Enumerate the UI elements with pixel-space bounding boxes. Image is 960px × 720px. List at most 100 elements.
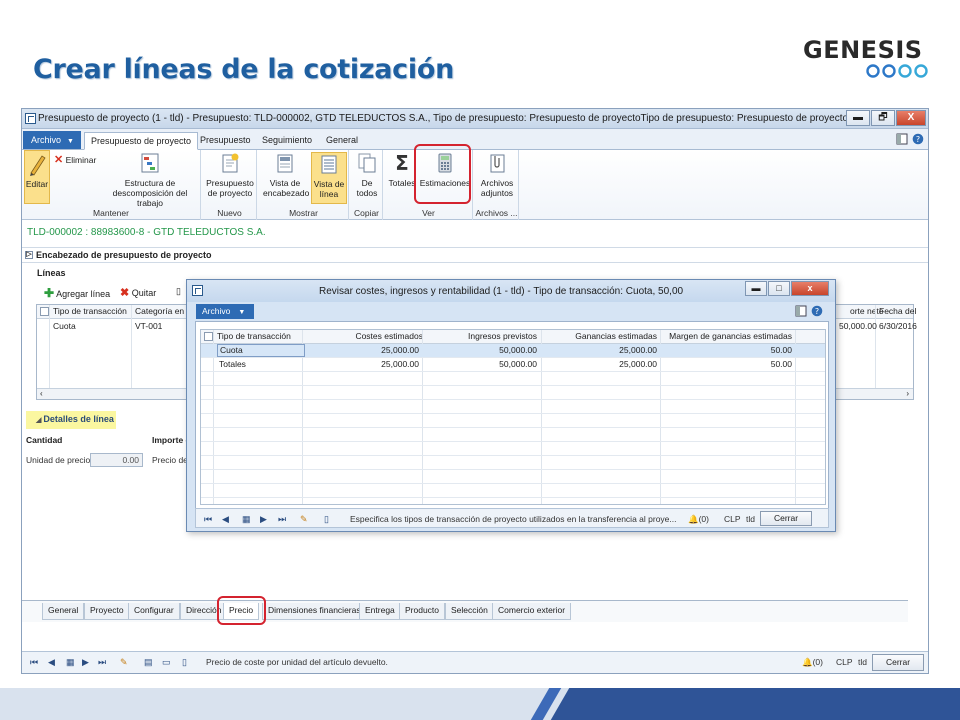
cell-margin[interactable]: 50.00 [661,345,792,355]
tab-seleccion[interactable]: Selección [445,603,494,620]
dialog-next-record-icon[interactable]: ▶ [260,514,267,525]
layout-icon[interactable] [896,133,908,145]
dialog-titlebar[interactable]: Revisar costes, ingresos y rentabilidad … [187,280,835,302]
file-tab[interactable]: Archivo ▼ [23,131,81,149]
row-net[interactable]: 50,000.00 [839,321,877,331]
dcol-transaction-type[interactable]: Tipo de transacción [217,331,291,341]
header-view-button[interactable]: Vista de encabezado [263,152,309,198]
add-line-button[interactable]: ✚ Agregar línea [44,286,110,300]
tab-comercio-exterior[interactable]: Comercio exterior [492,603,572,620]
dialog-help-icon[interactable]: ? [811,305,823,317]
dialog-alerts-indicator[interactable]: 🔔(0) [688,514,709,525]
minimize-button[interactable]: ▬ [846,110,870,126]
tab-configurar[interactable]: Configurar [128,603,180,620]
dcol-estimated-profit[interactable]: Ganancias estimadas [546,331,657,341]
scroll-left-icon[interactable]: ‹ [40,389,43,398]
add-line-label: Agregar línea [56,289,111,299]
tab-producto[interactable]: Producto [399,603,446,620]
tab-dimensiones-financieras[interactable]: Dimensiones financieras [262,603,367,620]
dialog-company-indicator[interactable]: tld [746,514,755,524]
dialog-previous-record-icon[interactable]: ◀ [222,514,229,525]
dialog-first-record-icon[interactable]: ⏮ [204,514,212,525]
close-button[interactable]: Cerrar [872,654,924,671]
help-icon[interactable]: ? [912,133,924,145]
row-type[interactable]: Cuota [53,321,76,331]
col-category[interactable]: Categoría en p [135,306,191,316]
dialog-layout-icon[interactable] [795,305,807,317]
attach-status-icon[interactable]: ▯ [182,657,187,668]
form-view-icon[interactable]: ▤ [144,657,153,668]
totals-button[interactable]: Σ Totales [387,151,417,188]
cell-profit[interactable]: 25,000.00 [546,359,657,369]
structure-button[interactable]: Estructura de descomposición del trabajo [104,152,196,208]
currency-indicator[interactable]: CLP [836,657,853,667]
cell-cost[interactable]: 25,000.00 [341,345,419,355]
cell-type[interactable]: Cuota [217,344,305,357]
cell-margin[interactable]: 50.00 [661,359,792,369]
tab-general[interactable]: General [320,132,364,150]
dcol-estimated-margin[interactable]: Margen de ganancias estimadas [661,331,792,341]
copy-from-all-button[interactable]: De todos [353,152,381,198]
estimates-button[interactable]: Estimaciones [419,152,471,188]
dialog-close-button[interactable]: Cerrar [760,511,812,526]
dialog-close-window-button[interactable]: x [791,281,829,296]
cell-type[interactable]: Totales [219,359,246,369]
empty-row [201,386,825,400]
alerts-indicator[interactable]: 🔔(0) [802,657,823,668]
line-view-button[interactable]: Vista de línea [311,152,347,204]
cell-profit[interactable]: 25,000.00 [546,345,657,355]
dcol-estimated-costs[interactable]: Costes estimados [341,331,423,341]
tab-general-detail[interactable]: General [42,603,85,620]
document-view-icon[interactable]: ▭ [162,657,171,668]
line-details-header[interactable]: ◢ Detalles de línea [26,411,116,429]
edit-button[interactable]: Editar [24,150,50,204]
dcol-expected-revenue[interactable]: Ingresos previstos [427,331,537,341]
scroll-right-icon[interactable]: › [906,389,909,398]
dialog-maximize-button[interactable]: □ [768,281,790,296]
tab-presupuesto-de-proyecto[interactable]: Presupuesto de proyecto [84,132,199,150]
dialog-last-record-icon[interactable]: ⏭ [278,514,286,525]
expand-icon[interactable]: ▷ [25,251,33,259]
remove-line-label: Quitar [131,288,157,298]
dialog-grid-view-icon[interactable]: ▦ [242,514,251,525]
tab-proyecto[interactable]: Proyecto [84,603,130,620]
next-record-icon[interactable]: ▶ [82,657,89,668]
previous-record-icon[interactable]: ◀ [48,657,55,668]
tab-direccion[interactable]: Dirección [180,603,228,620]
attachments-button[interactable]: Archivos adjuntos [477,152,517,198]
dialog-file-tab[interactable]: Archivo ▼ [196,304,254,319]
first-record-icon[interactable]: ⏮ [30,657,38,668]
dialog-edit-mode-icon[interactable]: ✎ [300,514,308,525]
tab-entrega[interactable]: Entrega [359,603,401,620]
edit-mode-icon[interactable]: ✎ [120,657,128,668]
close-window-button[interactable]: X [896,110,926,126]
tab-presupuesto[interactable]: Presupuesto [194,132,257,150]
table-row[interactable]: Cuota 25,000.00 50,000.00 25,000.00 50.0… [201,344,825,358]
remove-line-button[interactable]: ✖ Quitar [120,286,156,299]
cell-revenue[interactable]: 50,000.00 [427,359,537,369]
company-indicator[interactable]: tld [858,657,867,667]
row-date[interactable]: 6/30/2016 [879,321,917,331]
cell-cost[interactable]: 25,000.00 [341,359,419,369]
dialog-attach-icon[interactable]: ▯ [324,514,329,525]
restore-button[interactable]: 🗗 [871,110,895,126]
cell-revenue[interactable]: 50,000.00 [427,345,537,355]
tab-seguimiento[interactable]: Seguimiento [256,132,318,150]
dialog-select-all-checkbox[interactable] [204,332,213,341]
dialog-minimize-button[interactable]: ▬ [745,281,767,296]
delete-button[interactable]: ✕ Eliminar [54,153,96,166]
col-date[interactable]: Fecha del [879,306,916,316]
tab-precio[interactable]: Precio [223,603,260,620]
table-row[interactable]: Totales 25,000.00 50,000.00 25,000.00 50… [201,358,825,372]
new-budget-button[interactable]: Presupuesto de proyecto [205,152,255,198]
header-section[interactable]: ▷ Encabezado de presupuesto de proyecto [22,247,928,263]
row-category[interactable]: VT-001 [135,321,162,331]
select-all-checkbox[interactable] [40,307,49,316]
last-record-icon[interactable]: ⏭ [98,657,106,668]
grid-view-icon[interactable]: ▦ [66,657,75,668]
document-icon[interactable]: ▯ [176,286,181,297]
col-transaction-type[interactable]: Tipo de transacción [53,306,127,316]
unit-price-input[interactable]: 0.00 [90,453,143,467]
dialog-currency-indicator[interactable]: CLP [724,514,741,524]
window-titlebar[interactable]: Presupuesto de proyecto (1 - tld) - Pres… [22,109,928,129]
